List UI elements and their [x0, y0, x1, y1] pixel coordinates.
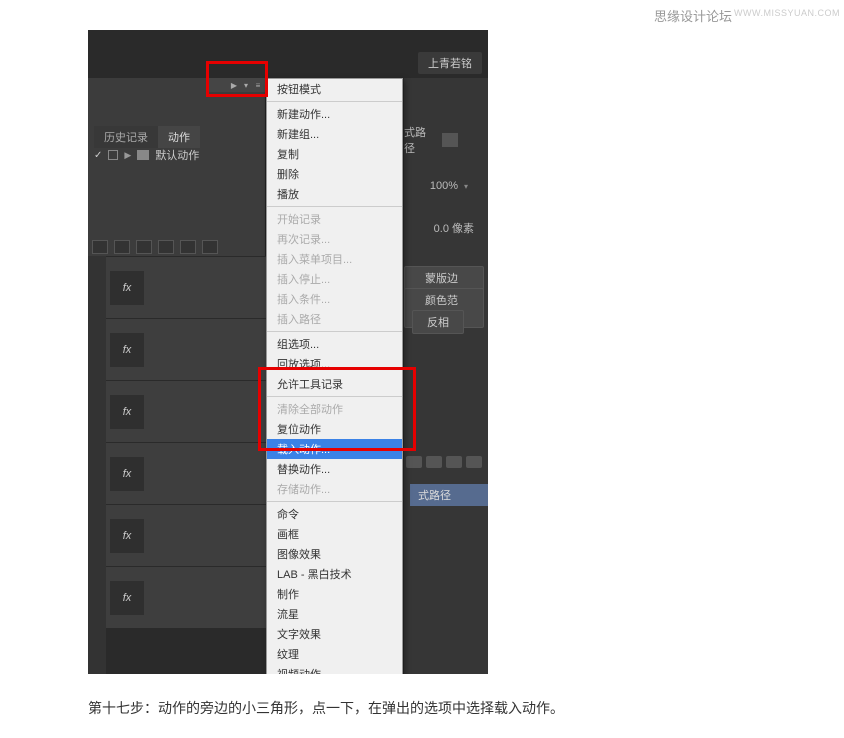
menu-text-effects[interactable]: 文字效果 — [267, 624, 402, 644]
feather-row[interactable]: 0.0 像素 — [434, 220, 474, 236]
layer-row[interactable]: fx — [106, 318, 266, 380]
layer-row[interactable]: fx — [106, 504, 266, 566]
menu-duplicate[interactable]: 复制 — [267, 144, 402, 164]
invert-button[interactable]: 反相 — [412, 310, 464, 334]
opacity-value: 100% — [430, 180, 458, 192]
menu-separator — [267, 331, 402, 332]
layer-row[interactable]: fx — [106, 566, 266, 628]
menu-insert-stop: 插入停止... — [267, 269, 402, 289]
fx-badge: fx — [110, 333, 144, 367]
play-small-icon: ▶ — [228, 80, 240, 90]
dropdown-small-icon: ▾ — [240, 80, 252, 90]
menu-button-mode[interactable]: 按钮模式 — [267, 79, 402, 99]
fx-badge: fx — [110, 271, 144, 305]
action-set-row[interactable]: ✓ ▶ 默认动作 — [92, 144, 201, 166]
properties-panel: 式路径 100% ▾ 0.0 像素 蒙版边缘... 颜色范围... 反相 式路径 — [404, 78, 488, 674]
panel-menu-trigger[interactable]: ▶ ▾ ≡ — [208, 78, 266, 92]
action-panel-controls — [92, 240, 218, 254]
menu-insert-path: 插入路径 — [267, 309, 402, 329]
expand-arrow-icon: ▶ — [124, 150, 131, 161]
menu-frames[interactable]: 画框 — [267, 524, 402, 544]
menu-save-actions: 存储动作... — [267, 479, 402, 499]
watermark-site-url: WWW.MISSYUAN.COM — [734, 8, 840, 18]
menu-reset-actions[interactable]: 复位动作 — [267, 419, 402, 439]
menu-delete[interactable]: 删除 — [267, 164, 402, 184]
dropdown-arrow-icon: ▾ — [464, 182, 468, 191]
menu-separator — [267, 101, 402, 102]
menu-start-record: 开始记录 — [267, 209, 402, 229]
feather-value: 0.0 像素 — [434, 220, 474, 236]
layer-row[interactable]: fx — [106, 442, 266, 504]
action-set-label: 默认动作 — [155, 147, 199, 163]
left-strip — [88, 256, 106, 674]
play-button[interactable] — [136, 240, 152, 254]
menu-clear-all: 清除全部动作 — [267, 399, 402, 419]
menu-group-options[interactable]: 组选项... — [267, 334, 402, 354]
menu-textures[interactable]: 纹理 — [267, 644, 402, 664]
ring-icon[interactable] — [426, 456, 442, 468]
photoshop-screenshot: 上青若铭 历史记录 动作 ✓ ▶ 默认动作 ▶ ▾ ≡ 按钮模式 新建动作... — [88, 30, 488, 674]
layer-row[interactable]: fx — [106, 380, 266, 442]
menu-commands[interactable]: 命令 — [267, 504, 402, 524]
menu-replace-actions[interactable]: 替换动作... — [267, 459, 402, 479]
layers-list: fx fx fx fx fx fx — [106, 256, 266, 628]
path-label: 式路径 — [404, 124, 436, 156]
menu-separator — [267, 206, 402, 207]
menu-new-action[interactable]: 新建动作... — [267, 104, 402, 124]
document-name-button[interactable]: 上青若铭 — [418, 52, 482, 74]
actions-flyout-menu: 按钮模式 新建动作... 新建组... 复制 删除 播放 开始记录 再次记录..… — [266, 78, 403, 674]
flyout-menu-icon: ≡ — [252, 80, 264, 90]
tutorial-caption: 第十七步：动作的旁边的小三角形，点一下，在弹出的选项中选择载入动作。 — [88, 698, 564, 718]
menu-lab-bw[interactable]: LAB - 黑白技术 — [267, 564, 402, 584]
record-button[interactable] — [114, 240, 130, 254]
apply-icon[interactable] — [446, 456, 462, 468]
trash-icon[interactable] — [466, 456, 482, 468]
actions-panel: 历史记录 动作 ✓ ▶ 默认动作 — [88, 78, 266, 256]
menu-video-actions[interactable]: 视频动作 — [267, 664, 402, 674]
checkmark-icon: ✓ — [94, 150, 102, 161]
path-label-row: 式路径 — [404, 124, 458, 156]
opacity-row[interactable]: 100% ▾ — [430, 180, 468, 192]
layer-row[interactable]: fx — [106, 256, 266, 318]
new-action-button[interactable] — [180, 240, 196, 254]
path-icon[interactable] — [442, 133, 458, 147]
eye-icon[interactable] — [406, 456, 422, 468]
mask-footer-icons — [406, 456, 482, 468]
menu-stars[interactable]: 流星 — [267, 604, 402, 624]
fx-badge: fx — [110, 581, 144, 615]
watermark-site-name: 思缘设计论坛 — [654, 6, 732, 25]
menu-playback-options[interactable]: 回放选项... — [267, 354, 402, 374]
fx-badge: fx — [110, 457, 144, 491]
folder-icon — [137, 150, 149, 160]
menu-play[interactable]: 播放 — [267, 184, 402, 204]
menu-image-effects[interactable]: 图像效果 — [267, 544, 402, 564]
menu-separator — [267, 501, 402, 502]
menu-new-group[interactable]: 新建组... — [267, 124, 402, 144]
menu-production[interactable]: 制作 — [267, 584, 402, 604]
menu-allow-tool-record[interactable]: 允许工具记录 — [267, 374, 402, 394]
menu-insert-menu-item: 插入菜单项目... — [267, 249, 402, 269]
new-set-button[interactable] — [158, 240, 174, 254]
menu-record-again: 再次记录... — [267, 229, 402, 249]
delete-button[interactable] — [202, 240, 218, 254]
path-item-selected[interactable]: 式路径 — [410, 484, 488, 506]
menu-load-actions[interactable]: 载入动作... — [267, 439, 402, 459]
stop-button[interactable] — [92, 240, 108, 254]
menu-insert-condition: 插入条件... — [267, 289, 402, 309]
fx-badge: fx — [110, 395, 144, 429]
dialog-toggle-icon — [108, 150, 118, 160]
fx-badge: fx — [110, 519, 144, 553]
menu-separator — [267, 396, 402, 397]
